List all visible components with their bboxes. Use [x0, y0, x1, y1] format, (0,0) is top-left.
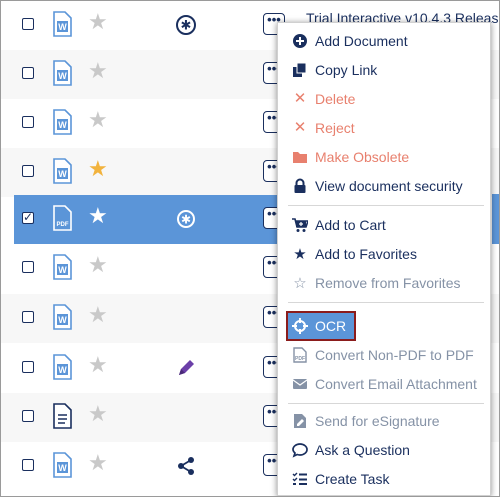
- menu-item-delete[interactable]: ✕ Delete: [278, 85, 490, 113]
- favorite-star-icon[interactable]: ★: [88, 204, 108, 230]
- menu-item-label: Delete: [315, 91, 356, 107]
- word-document-icon: W: [53, 158, 72, 184]
- menu-item-add-document[interactable]: Add Document: [278, 27, 490, 55]
- favorite-star-icon[interactable]: ★: [88, 402, 108, 428]
- scrollbar-thumb[interactable]: [492, 194, 499, 244]
- crosshair-icon: [292, 318, 308, 334]
- favorite-star-icon[interactable]: ★: [88, 303, 108, 329]
- lock-icon: [294, 178, 306, 193]
- menu-divider: [288, 302, 484, 303]
- menu-item-label: Convert Non-PDF to PDF: [315, 347, 474, 363]
- cart-plus-icon: [292, 218, 308, 232]
- star-icon: ★: [293, 245, 307, 263]
- menu-item-label: Add Document: [315, 33, 408, 49]
- envelope-icon: [292, 379, 308, 389]
- svg-text:W: W: [58, 169, 67, 179]
- menu-item-label: Send for eSignature: [315, 413, 440, 429]
- favorite-star-icon[interactable]: ★: [88, 451, 108, 477]
- svg-text:PDF: PDF: [295, 356, 305, 362]
- word-document-icon: W: [53, 60, 72, 86]
- task-list-icon: [292, 472, 307, 485]
- menu-item-label: View document security: [315, 178, 463, 194]
- menu-item-reject[interactable]: ✕ Reject: [278, 114, 490, 142]
- menu-divider: [288, 403, 484, 404]
- menu-item-label: Make Obsolete: [315, 149, 410, 165]
- row-checkbox[interactable]: [22, 459, 34, 471]
- svg-text:PDF: PDF: [57, 222, 69, 228]
- row-checkbox[interactable]: [22, 18, 34, 30]
- svg-text:W: W: [58, 265, 67, 275]
- text-document-icon: [53, 403, 72, 429]
- menu-item-view-security[interactable]: View document security: [278, 172, 490, 200]
- copy-icon: [293, 62, 307, 77]
- folder-icon: [293, 152, 307, 163]
- pdf-document-icon: PDF: [53, 205, 72, 231]
- menu-item-label: Create Task: [315, 471, 390, 487]
- word-document-icon: W: [53, 11, 72, 37]
- svg-text:W: W: [58, 315, 67, 325]
- svg-text:W: W: [58, 71, 67, 81]
- menu-item-copy-link[interactable]: Copy Link: [278, 56, 490, 84]
- menu-item-label: OCR: [315, 318, 347, 334]
- svg-text:W: W: [58, 365, 67, 375]
- favorite-star-icon[interactable]: ★: [88, 59, 108, 85]
- checked-out-icon: ✱: [177, 210, 195, 228]
- menu-item-send-esignature[interactable]: Send for eSignature: [278, 407, 490, 435]
- context-menu: Add Document Copy Link ✕ Delete ✕ Reject…: [277, 22, 491, 496]
- plus-circle-icon: [293, 34, 307, 48]
- svg-text:✱: ✱: [181, 213, 191, 227]
- menu-item-add-to-favorites[interactable]: ★ Add to Favorites: [278, 240, 490, 268]
- row-checkbox[interactable]: [22, 410, 34, 422]
- row-checkbox[interactable]: [22, 67, 34, 79]
- pencil-edit-icon: [179, 360, 194, 375]
- menu-item-convert-email[interactable]: Convert Email Attachment: [278, 370, 490, 398]
- menu-item-remove-from-favorites[interactable]: ☆ Remove from Favorites: [278, 269, 490, 297]
- menu-item-label: Convert Email Attachment: [315, 376, 477, 392]
- pdf-file-icon: PDF: [293, 347, 307, 363]
- menu-item-ask-question[interactable]: Ask a Question: [278, 436, 490, 464]
- row-checkbox[interactable]: [22, 210, 34, 224]
- word-document-icon: W: [53, 354, 72, 380]
- menu-item-label: Copy Link: [315, 62, 378, 78]
- row-checkbox[interactable]: [22, 311, 34, 323]
- svg-text:W: W: [58, 120, 67, 130]
- x-icon: ✕: [293, 119, 307, 136]
- svg-text:✱: ✱: [181, 19, 192, 34]
- menu-item-label: Add to Cart: [315, 217, 386, 233]
- word-document-icon: W: [53, 452, 72, 478]
- share-icon: [178, 457, 194, 475]
- favorite-star-icon[interactable]: ★: [88, 253, 108, 279]
- menu-item-ocr[interactable]: OCR: [278, 312, 490, 340]
- menu-item-add-to-cart[interactable]: Add to Cart: [278, 211, 490, 239]
- svg-text:W: W: [58, 463, 67, 473]
- star-outline-icon: ☆: [293, 274, 307, 292]
- favorite-star-icon[interactable]: ★: [88, 353, 108, 379]
- word-document-icon: W: [53, 254, 72, 280]
- word-document-icon: W: [53, 109, 72, 135]
- menu-item-label: Remove from Favorites: [315, 275, 461, 291]
- favorite-star-icon[interactable]: ★: [88, 10, 108, 36]
- svg-text:W: W: [58, 22, 67, 32]
- menu-divider: [288, 205, 484, 206]
- menu-item-label: Add to Favorites: [315, 246, 417, 262]
- row-checkbox[interactable]: [22, 165, 34, 177]
- menu-item-create-task[interactable]: Create Task: [278, 465, 490, 493]
- row-checkbox[interactable]: [22, 361, 34, 373]
- menu-item-convert-non-pdf[interactable]: PDF Convert Non-PDF to PDF: [278, 341, 490, 369]
- row-checkbox[interactable]: [22, 116, 34, 128]
- signature-icon: [294, 414, 306, 428]
- checked-out-icon: ✱: [176, 15, 196, 35]
- word-document-icon: W: [53, 304, 72, 330]
- favorite-star-icon[interactable]: ★: [88, 108, 108, 134]
- menu-item-label: Reject: [315, 120, 355, 136]
- menu-item-make-obsolete[interactable]: Make Obsolete: [278, 143, 490, 171]
- document-list-frame: W ★ ✱ ••• Trial Interactive v10.4.3 Rele…: [0, 0, 500, 497]
- menu-item-label: Ask a Question: [315, 442, 410, 458]
- x-icon: ✕: [293, 90, 307, 107]
- favorite-star-icon[interactable]: ★: [88, 157, 108, 183]
- speech-bubble-icon: [292, 443, 308, 458]
- row-checkbox[interactable]: [22, 261, 34, 273]
